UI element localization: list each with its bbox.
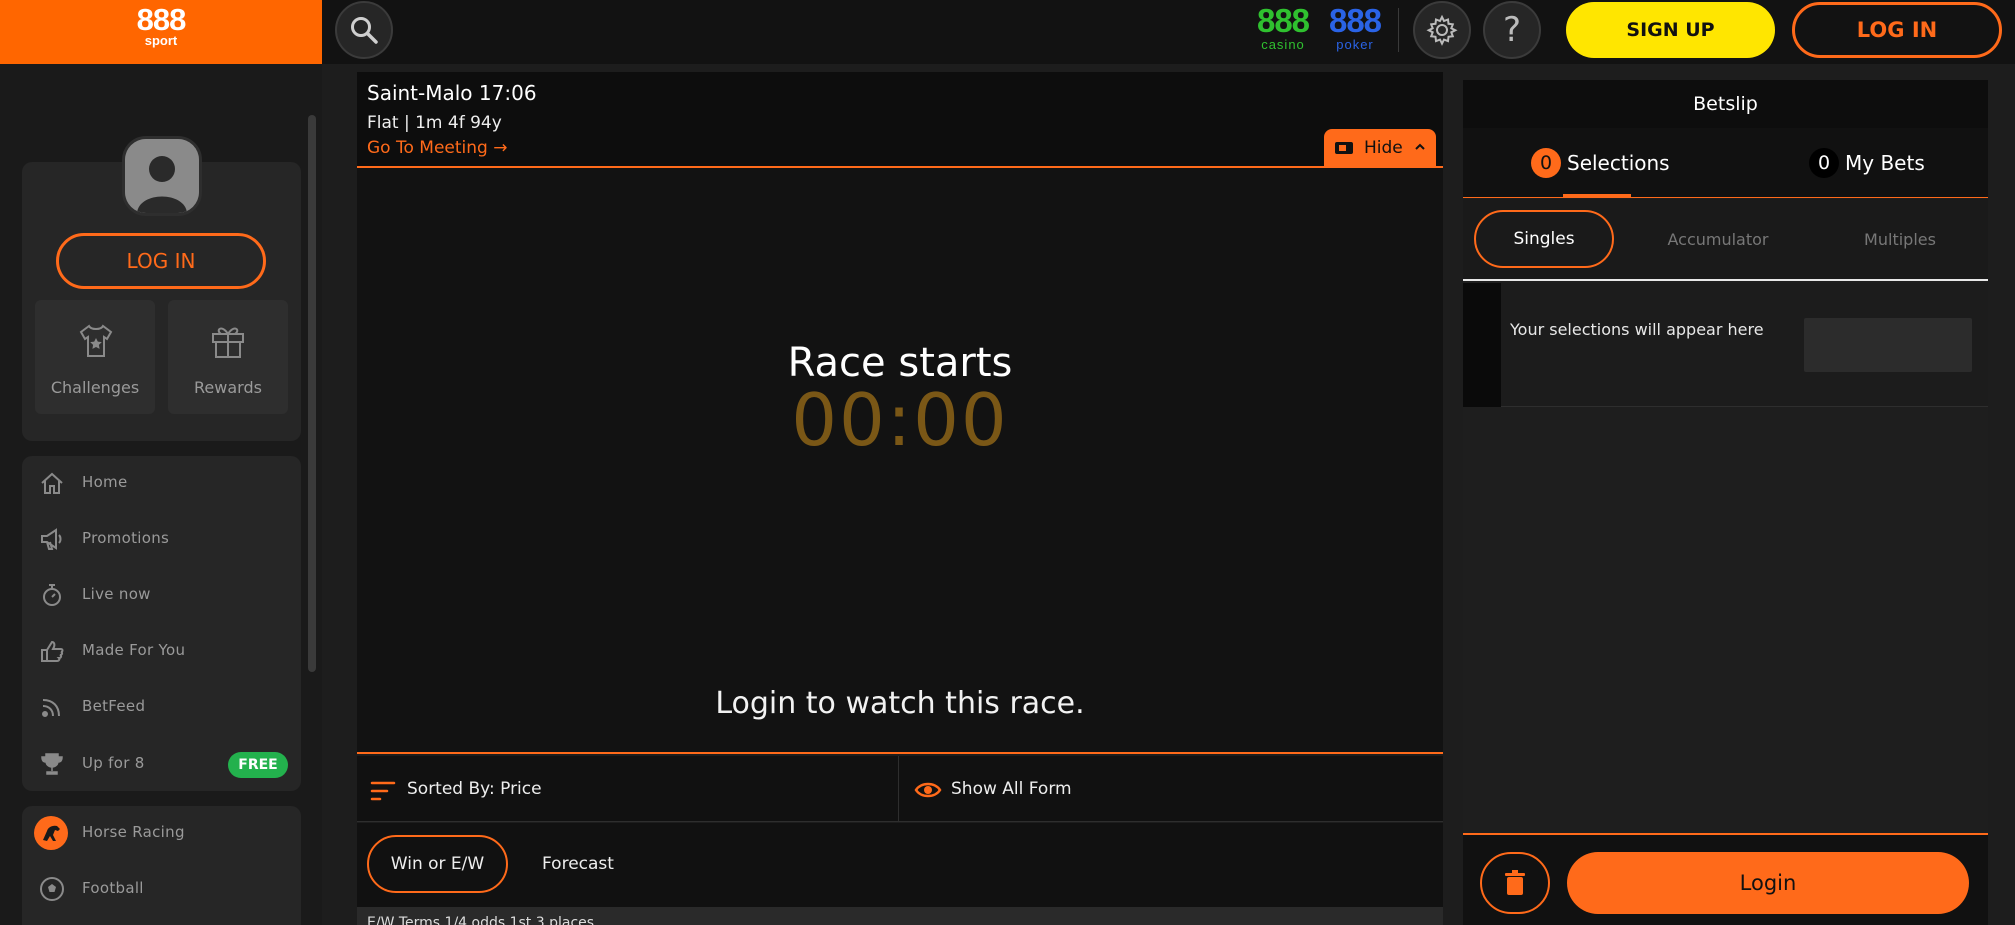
bet-type-bar bbox=[357, 823, 1443, 907]
rewards-tile[interactable]: Rewards bbox=[168, 300, 288, 414]
avatar bbox=[122, 136, 202, 216]
free-badge: FREE bbox=[228, 752, 288, 778]
feed-icon bbox=[42, 699, 60, 717]
nav-label: Horse Racing bbox=[82, 823, 185, 841]
sign-up-button[interactable]: SIGN UP bbox=[1566, 2, 1775, 58]
chevron-up-icon bbox=[1415, 143, 1425, 150]
nav-item-promotions[interactable]: Promotions bbox=[22, 519, 301, 559]
thumbs-up-icon bbox=[41, 640, 64, 662]
selections-count: 0 bbox=[1531, 148, 1561, 178]
nav-item-horse-racing[interactable]: Horse Racing bbox=[22, 813, 301, 853]
home-icon bbox=[41, 472, 63, 494]
nav-item-betfeed[interactable]: BetFeed bbox=[22, 687, 301, 727]
poker-logo: 888 bbox=[1328, 2, 1382, 39]
poker-link[interactable]: 888 poker bbox=[1324, 2, 1386, 52]
each-way-terms: E/W Terms 1/4 odds 1st 3 places bbox=[357, 907, 1443, 925]
mode-accumulator[interactable]: Accumulator bbox=[1664, 230, 1772, 249]
trophy-icon bbox=[41, 753, 63, 775]
nav-item-live-now[interactable]: Live now bbox=[22, 575, 301, 615]
tab-win-or-ew[interactable]: Win or E/W bbox=[367, 835, 508, 893]
casino-logo: 888 bbox=[1256, 2, 1310, 39]
nav-label: Football bbox=[82, 879, 144, 897]
betslip-title: Betslip bbox=[1463, 80, 1988, 128]
shirt-star-icon bbox=[79, 324, 113, 357]
eye-icon bbox=[914, 782, 942, 798]
header-divider bbox=[1398, 8, 1399, 52]
poker-logo-sub: poker bbox=[1336, 37, 1374, 52]
megaphone-icon bbox=[41, 528, 62, 550]
help-button[interactable]: ? bbox=[1483, 1, 1541, 59]
search-icon bbox=[351, 17, 378, 44]
active-tab-indicator bbox=[1563, 194, 1631, 198]
casino-logo-sub: casino bbox=[1261, 37, 1305, 52]
casino-link[interactable]: 888 casino bbox=[1252, 2, 1314, 52]
nav-label: BetFeed bbox=[82, 697, 146, 715]
gear-icon bbox=[1426, 14, 1458, 46]
race-countdown: 00:00 bbox=[791, 378, 1009, 462]
challenges-label: Challenges bbox=[50, 378, 140, 397]
football-icon bbox=[40, 877, 64, 901]
gift-icon bbox=[212, 327, 244, 358]
user-avatar-icon bbox=[125, 139, 199, 213]
mode-multiples[interactable]: Multiples bbox=[1846, 230, 1954, 249]
trash-icon bbox=[1505, 870, 1525, 895]
my-bets-label: My Bets bbox=[1845, 151, 1925, 175]
rewards-label: Rewards bbox=[194, 378, 262, 397]
race-details: Flat | 1m 4f 94y bbox=[367, 113, 502, 133]
sidebar-login-button[interactable]: LOG IN bbox=[56, 233, 266, 289]
nav-item-home[interactable]: Home bbox=[22, 463, 301, 503]
sidebar-scrollbar[interactable] bbox=[308, 115, 316, 672]
nav-label: Promotions bbox=[82, 529, 170, 547]
go-to-meeting-link[interactable]: Go To Meeting → bbox=[367, 138, 507, 158]
tab-forecast[interactable]: Forecast bbox=[542, 854, 614, 874]
video-icon bbox=[1335, 142, 1353, 154]
clear-betslip-button[interactable] bbox=[1480, 852, 1550, 914]
nav-item-football[interactable]: Football bbox=[22, 869, 301, 909]
settings-button[interactable] bbox=[1413, 1, 1471, 59]
question-mark-icon: ? bbox=[1502, 10, 1522, 50]
show-all-form-toggle[interactable]: Show All Form bbox=[951, 779, 1072, 799]
brand-logo[interactable]: 888 bbox=[128, 4, 194, 36]
my-bets-count: 0 bbox=[1809, 148, 1839, 178]
selections-label: Selections bbox=[1567, 151, 1670, 175]
tab-my-bets[interactable]: 0 My Bets bbox=[1809, 148, 1925, 178]
nav-label: Made For You bbox=[82, 641, 186, 659]
brand-logo-sub: sport bbox=[144, 33, 178, 48]
sort-bar-divider bbox=[898, 756, 899, 822]
stake-box-placeholder bbox=[1804, 318, 1972, 372]
selections-empty-message: Your selections will appear here bbox=[1510, 320, 1764, 339]
sort-selector[interactable]: Sorted By: Price bbox=[407, 779, 542, 799]
main-nav bbox=[22, 456, 301, 791]
login-to-watch-message: Login to watch this race. bbox=[715, 686, 1085, 721]
mode-singles[interactable]: Singles bbox=[1474, 210, 1614, 268]
sort-icon bbox=[370, 781, 396, 801]
horse-icon bbox=[34, 816, 68, 850]
hide-label: Hide bbox=[1364, 138, 1403, 158]
header-login-button[interactable]: LOG IN bbox=[1792, 2, 2002, 58]
each-way-terms-text: E/W Terms 1/4 odds 1st 3 places bbox=[367, 915, 595, 925]
race-title: Saint-Malo 17:06 bbox=[367, 81, 537, 105]
hide-stream-button[interactable]: Hide bbox=[1324, 129, 1436, 167]
nav-label: Home bbox=[82, 473, 128, 491]
search-button[interactable] bbox=[335, 1, 393, 59]
selection-strip bbox=[1463, 283, 1501, 407]
nav-item-made-for-you[interactable]: Made For You bbox=[22, 631, 301, 671]
nav-label: Up for 8 bbox=[82, 754, 145, 772]
betslip-login-button[interactable]: Login bbox=[1567, 852, 1969, 914]
stopwatch-icon bbox=[43, 584, 61, 606]
nav-label: Live now bbox=[82, 585, 151, 603]
challenges-tile[interactable]: Challenges bbox=[35, 300, 155, 414]
tab-selections[interactable]: 0 Selections bbox=[1531, 148, 1670, 178]
